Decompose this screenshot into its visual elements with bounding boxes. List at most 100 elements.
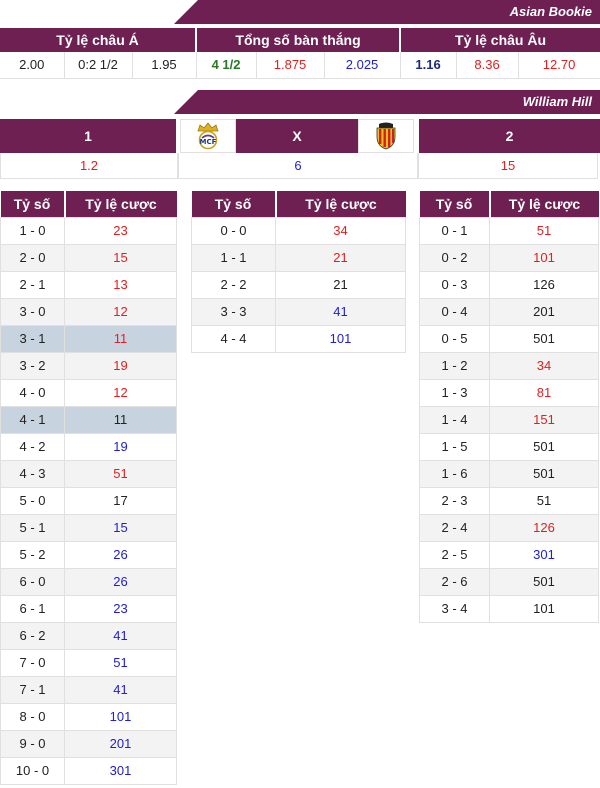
- score-cell: 1 - 6: [419, 459, 490, 488]
- odds-cell[interactable]: 101: [275, 324, 406, 353]
- odds-cell[interactable]: 11: [64, 324, 177, 353]
- score-row: 2 - 3 51: [419, 486, 599, 515]
- score-cell: 3 - 0: [0, 297, 65, 326]
- score-row: 0 - 4 201: [419, 297, 599, 326]
- odds-cell[interactable]: 26: [64, 567, 177, 596]
- odds-cell[interactable]: 501: [489, 567, 599, 596]
- score-cell: 4 - 1: [0, 405, 65, 434]
- odds-cell[interactable]: 126: [489, 513, 599, 542]
- score-cell: 6 - 0: [0, 567, 65, 596]
- odds-cell[interactable]: 34: [489, 351, 599, 380]
- odds-column-header: Tỷ lệ cược: [64, 191, 177, 217]
- odds-cell[interactable]: 12: [64, 378, 177, 407]
- score-row: 3 - 3 41: [191, 297, 406, 326]
- odds-cell[interactable]: 201: [64, 729, 177, 758]
- odds-cell[interactable]: 41: [64, 675, 177, 704]
- score-row: 3 - 4 101: [419, 594, 599, 623]
- score-row: 1 - 0 23: [0, 216, 177, 245]
- home-win-header: 1: [0, 119, 176, 153]
- odds-cell[interactable]: 51: [489, 486, 599, 515]
- score-row: 4 - 1 11: [0, 405, 177, 434]
- score-cell: 10 - 0: [0, 756, 65, 785]
- score-cell: 4 - 2: [0, 432, 65, 461]
- asian-odds-value[interactable]: 1.16: [400, 52, 457, 79]
- william-hill-1x2: 1 MCF X 2 1.2 6 15: [0, 119, 600, 179]
- score-cell: 9 - 0: [0, 729, 65, 758]
- score-cell: 2 - 4: [419, 513, 490, 542]
- score-row: 1 - 3 81: [419, 378, 599, 407]
- home-win-odds[interactable]: 1.2: [0, 153, 178, 179]
- away-win-score-table: Tỷ số Tỷ lệ cược 0 - 1 51 0 - 2 101 0 - 3 126…: [419, 191, 599, 623]
- asian-odds-value[interactable]: 4 1/2: [196, 52, 257, 79]
- odds-cell[interactable]: 26: [64, 540, 177, 569]
- odds-cell[interactable]: 15: [64, 243, 177, 272]
- score-row: 3 - 0 12: [0, 297, 177, 326]
- odds-cell[interactable]: 301: [64, 756, 177, 785]
- odds-cell[interactable]: 81: [489, 378, 599, 407]
- score-row: 2 - 0 15: [0, 243, 177, 272]
- score-row: 4 - 4 101: [191, 324, 406, 353]
- asian-odds-value[interactable]: 2.00: [0, 52, 65, 79]
- draw-score-table: Tỷ số Tỷ lệ cược 0 - 0 34 1 - 1 21 2 - 2 21 3 …: [191, 191, 406, 353]
- odds-cell[interactable]: 19: [64, 351, 177, 380]
- asian-odds-value[interactable]: 0:2 1/2: [64, 52, 133, 79]
- svg-text:MCF: MCF: [200, 138, 217, 146]
- score-row: 2 - 5 301: [419, 540, 599, 569]
- odds-cell[interactable]: 12: [64, 297, 177, 326]
- score-row: 1 - 5 501: [419, 432, 599, 461]
- odds-cell[interactable]: 51: [64, 648, 177, 677]
- odds-cell[interactable]: 15: [64, 513, 177, 542]
- odds-cell[interactable]: 19: [64, 432, 177, 461]
- asian-odds-value[interactable]: 8.36: [456, 52, 519, 79]
- score-cell: 0 - 1: [419, 216, 490, 245]
- odds-cell[interactable]: 17: [64, 486, 177, 515]
- odds-cell[interactable]: 501: [489, 324, 599, 353]
- draw-odds[interactable]: 6: [178, 153, 418, 179]
- score-cell: 2 - 0: [0, 243, 65, 272]
- odds-cell[interactable]: 21: [275, 243, 406, 272]
- score-cell: 2 - 5: [419, 540, 490, 569]
- odds-cell[interactable]: 301: [489, 540, 599, 569]
- away-win-odds[interactable]: 15: [418, 153, 598, 179]
- score-row: 4 - 2 19: [0, 432, 177, 461]
- odds-cell[interactable]: 501: [489, 432, 599, 461]
- score-column-header: Tỷ số: [419, 191, 491, 217]
- odds-cell[interactable]: 41: [275, 297, 406, 326]
- score-row: 2 - 4 126: [419, 513, 599, 542]
- home-win-score-table: Tỷ số Tỷ lệ cược 1 - 0 23 2 - 0 15 2 - 1 13 3 …: [0, 191, 177, 785]
- score-cell: 1 - 5: [419, 432, 490, 461]
- odds-cell[interactable]: 51: [489, 216, 599, 245]
- odds-cell[interactable]: 101: [489, 243, 599, 272]
- score-cell: 5 - 1: [0, 513, 65, 542]
- header-european-odds: Tỷ lệ châu Âu: [400, 28, 600, 52]
- odds-cell[interactable]: 41: [64, 621, 177, 650]
- score-cell: 4 - 3: [0, 459, 65, 488]
- score-row: 0 - 5 501: [419, 324, 599, 353]
- valencia-crest-icon: [358, 119, 414, 153]
- real-madrid-crest-icon: MCF: [180, 119, 236, 153]
- score-row: 10 - 0 301: [0, 756, 177, 785]
- score-cell: 3 - 4: [419, 594, 490, 623]
- odds-cell[interactable]: 101: [64, 702, 177, 731]
- score-row: 2 - 6 501: [419, 567, 599, 596]
- odds-cell[interactable]: 201: [489, 297, 599, 326]
- odds-cell[interactable]: 13: [64, 270, 177, 299]
- score-column-header: Tỷ số: [191, 191, 277, 217]
- odds-cell[interactable]: 11: [64, 405, 177, 434]
- asian-odds-value[interactable]: 12.70: [518, 52, 600, 79]
- odds-cell[interactable]: 23: [64, 594, 177, 623]
- asian-bookie-odds-table: Tỷ lệ châu Á Tổng số bàn thắng Tỷ lệ châ…: [0, 28, 600, 79]
- odds-cell[interactable]: 23: [64, 216, 177, 245]
- asian-odds-value[interactable]: 1.875: [256, 52, 325, 79]
- odds-cell[interactable]: 151: [489, 405, 599, 434]
- odds-cell[interactable]: 501: [489, 459, 599, 488]
- odds-cell[interactable]: 21: [275, 270, 406, 299]
- odds-cell[interactable]: 101: [489, 594, 599, 623]
- score-row: 7 - 1 41: [0, 675, 177, 704]
- asian-odds-value[interactable]: 2.025: [324, 52, 401, 79]
- score-row: 0 - 3 126: [419, 270, 599, 299]
- asian-odds-value[interactable]: 1.95: [132, 52, 197, 79]
- odds-cell[interactable]: 51: [64, 459, 177, 488]
- odds-cell[interactable]: 34: [275, 216, 406, 245]
- odds-cell[interactable]: 126: [489, 270, 599, 299]
